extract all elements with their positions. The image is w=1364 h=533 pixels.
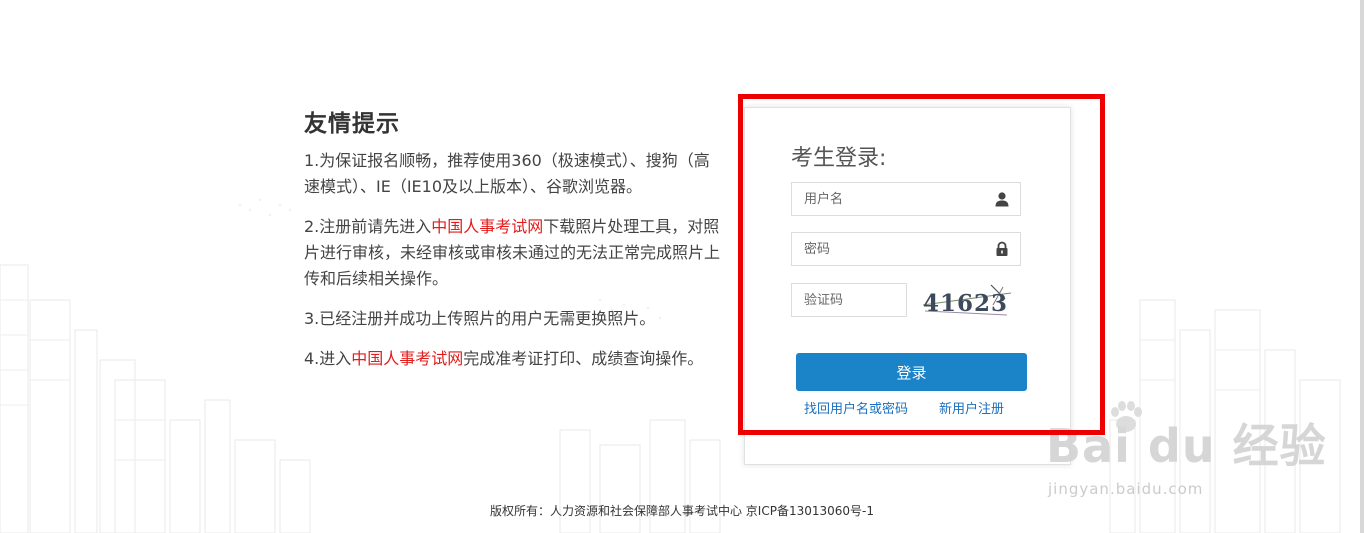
paw-icon (1111, 401, 1142, 432)
cpta-link[interactable]: 中国人事考试网 (431, 217, 543, 236)
tip-item-4: 4.进入中国人事考试网完成准考证打印、成绩查询操作。 (304, 346, 724, 372)
captcha-text: 41623 (923, 290, 1008, 317)
watermark-url: jingyan.baidu.com (1048, 480, 1204, 498)
captcha-input[interactable] (792, 284, 904, 316)
login-card: 考生登录: 41623 登录 找回用户名或密码 新用户注册 (744, 107, 1071, 465)
tip-item-1: 1.为保证报名顺畅，推荐使用360（极速模式）、搜狗（高速模式）、IE（IE10… (304, 151, 710, 196)
user-icon (995, 192, 1009, 207)
tip-item-4-before: 4.进入 (304, 349, 352, 368)
password-field[interactable] (791, 232, 1021, 266)
tip-item-2-before: 2.注册前请先进入 (304, 217, 432, 236)
captcha-field[interactable] (791, 283, 907, 317)
username-field[interactable] (791, 182, 1021, 216)
cpta-link[interactable]: 中国人事考试网 (351, 349, 463, 368)
login-title: 考生登录: (791, 146, 887, 171)
captcha-image[interactable]: 41623 (921, 281, 1013, 321)
tip-item-4-after: 完成准考证打印、成绩查询操作。 (463, 349, 704, 368)
footer-copyright: 版权所有：人力资源和社会保障部人事考试中心 京ICP备13013060号-1 (489, 504, 874, 518)
find-account-link[interactable]: 找回用户名或密码 (804, 398, 908, 417)
lock-icon (996, 241, 1008, 256)
scrollbar-track[interactable] (1360, 0, 1364, 533)
baidu-jingyan-watermark: Bai du 经验 jingyan.baidu.com (1046, 401, 1327, 498)
register-link[interactable]: 新用户注册 (939, 398, 1004, 417)
password-input[interactable] (792, 233, 984, 265)
tip-item-3: 3.已经注册并成功上传照片的用户无需更换照片。 (304, 309, 656, 328)
username-input[interactable] (792, 183, 984, 215)
tip-item-2: 2.注册前请先进入中国人事考试网下载照片处理工具，对照片进行审核，未经审核或审核… (304, 214, 724, 292)
watermark-main: Bai du 经验 (1046, 419, 1327, 473)
tips-panel: 友情提示 1.为保证报名顺畅，推荐使用360（极速模式）、搜狗（高速模式）、IE… (304, 104, 724, 386)
login-button[interactable]: 登录 (796, 353, 1027, 391)
tips-heading: 友情提示 (304, 111, 400, 137)
